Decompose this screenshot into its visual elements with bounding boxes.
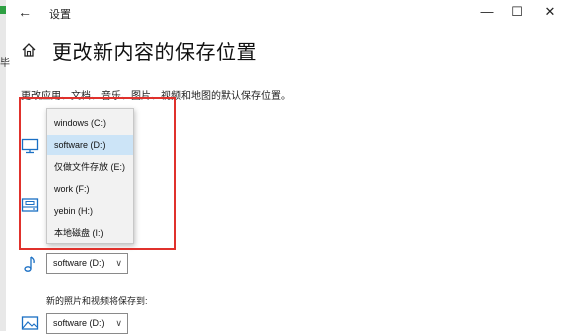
photos-section-label: 新的照片和视频将保存到: (46, 296, 148, 306)
photos-location-value: software (D:) (53, 318, 105, 328)
title-bar: ← 设置 — ☐ ✕ (6, 0, 570, 26)
page-title: 更改新内容的保存位置 (52, 42, 257, 64)
photo-icon (21, 316, 39, 330)
maximize-button[interactable]: ☐ (503, 2, 531, 22)
minimize-button[interactable]: — (473, 2, 501, 22)
window-title: 设置 (49, 9, 71, 21)
music-location-value: software (D:) (53, 258, 105, 268)
chevron-down-icon: ∨ (115, 318, 122, 328)
close-button[interactable]: ✕ (536, 2, 564, 22)
home-icon[interactable] (21, 42, 37, 58)
back-arrow-icon[interactable]: ← (18, 4, 34, 20)
left-window-edge: 毕 (0, 0, 10, 331)
music-location-select[interactable]: software (D:) ∨ (46, 253, 128, 274)
left-edge-char: 毕 (0, 58, 10, 69)
red-highlight-box (19, 97, 176, 250)
music-note-icon (24, 256, 35, 272)
chevron-down-icon: ∨ (115, 258, 122, 268)
